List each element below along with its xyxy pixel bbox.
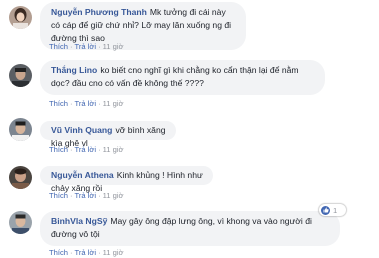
comment-actions: Thích · Trả lời · 11 giờ xyxy=(49,248,124,258)
reply-link[interactable]: Trả lời xyxy=(75,42,97,51)
separator: · xyxy=(70,248,73,257)
comment-bubble: Thắng Lino ko biết cno nghĩ gì khi chằng … xyxy=(40,60,325,95)
reply-link[interactable]: Trả lời xyxy=(75,145,97,154)
comment-timestamp[interactable]: 11 giờ xyxy=(103,99,124,108)
separator: · xyxy=(70,145,73,154)
avatar[interactable] xyxy=(9,166,32,189)
reply-link[interactable]: Trả lời xyxy=(75,99,97,108)
comment-timestamp[interactable]: 11 giờ xyxy=(103,191,124,200)
comment-actions: Thích · Trả lời · 11 giờ xyxy=(49,145,124,155)
comment-bubble: BinhVla NgSỹ May gây ông đập lưng ông, vì… xyxy=(40,211,340,246)
separator: · xyxy=(98,42,101,51)
like-link[interactable]: Thích xyxy=(49,99,68,108)
comment-timestamp[interactable]: 11 giờ xyxy=(103,145,124,154)
comment-actions: Thích · Trả lời · 11 giờ xyxy=(49,191,124,201)
separator: · xyxy=(70,191,73,200)
avatar[interactable] xyxy=(9,64,32,87)
avatar[interactable] xyxy=(9,6,32,29)
like-link[interactable]: Thích xyxy=(49,248,68,257)
separator: · xyxy=(98,248,101,257)
comment-timestamp[interactable]: 11 giờ xyxy=(103,42,124,51)
reaction-count: 1 xyxy=(333,205,338,215)
separator: · xyxy=(70,99,73,108)
comment-actions: Thích · Trả lời · 11 giờ xyxy=(49,42,124,52)
separator: · xyxy=(70,42,73,51)
avatar[interactable] xyxy=(9,211,32,234)
comment-bubble: Vũ Vinh Quang vỡ bình xăng kìa ghê vl xyxy=(40,121,176,148)
reaction-count-badge[interactable]: 1 xyxy=(319,204,346,216)
separator: · xyxy=(98,191,101,200)
avatar[interactable] xyxy=(9,118,32,141)
like-link[interactable]: Thích xyxy=(49,191,68,200)
comment-author[interactable]: Thắng Lino xyxy=(51,65,97,75)
like-link[interactable]: Thích xyxy=(49,145,68,154)
separator: · xyxy=(98,99,101,108)
separator: · xyxy=(98,145,101,154)
reply-link[interactable]: Trả lời xyxy=(75,191,97,200)
comment-author[interactable]: Nguyễn Athena xyxy=(51,170,114,180)
like-link[interactable]: Thích xyxy=(49,42,68,51)
comment-author[interactable]: Nguyễn Phương Thanh xyxy=(51,7,147,17)
thumbs-up-icon xyxy=(321,205,330,215)
comment-author[interactable]: Vũ Vinh Quang xyxy=(51,125,112,135)
comment-bubble: Nguyễn Athena Kinh khủng ! Hình như chảy … xyxy=(40,166,213,193)
reply-link[interactable]: Trả lời xyxy=(75,248,97,257)
comment-actions: Thích · Trả lời · 11 giờ xyxy=(49,99,124,109)
comment-timestamp[interactable]: 11 giờ xyxy=(103,248,124,257)
comment-author[interactable]: BinhVla NgSỹ xyxy=(51,216,107,226)
